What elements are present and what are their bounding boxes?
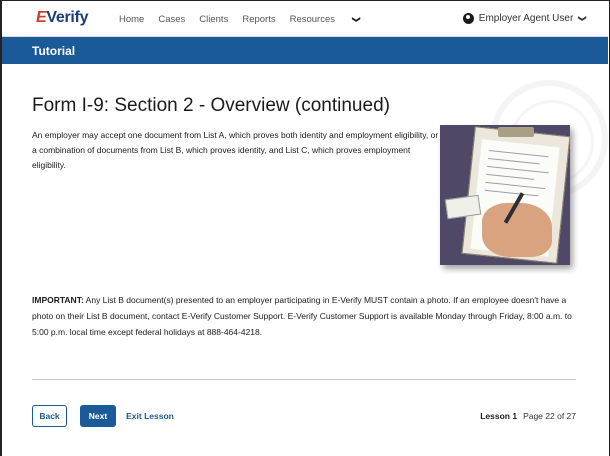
important-notice: IMPORTANT: Any List B document(s) presen…: [32, 292, 584, 340]
nav-reports-link[interactable]: Reports: [242, 14, 275, 25]
nav-resources-label: Resources: [289, 14, 336, 25]
everify-logo[interactable]: EVerify: [36, 9, 88, 27]
nav-cases-link[interactable]: Cases: [158, 14, 185, 25]
form-line: [484, 189, 539, 197]
chevron-down-icon: ❯: [351, 16, 361, 23]
form-line: [487, 157, 540, 165]
important-text: Any List B document(s) presented to an e…: [32, 295, 572, 337]
lesson-number: Lesson 1: [480, 411, 518, 421]
next-button[interactable]: Next: [80, 405, 116, 427]
clipboard-clip-shape: [498, 127, 534, 137]
form-line: [485, 181, 546, 190]
logo-e: E: [36, 9, 47, 26]
nav-home-link[interactable]: Home: [119, 14, 144, 25]
banner-title: Tutorial: [32, 44, 76, 58]
logo-text: Verify: [46, 9, 89, 26]
intro-paragraph: An employer may accept one document from…: [32, 130, 439, 170]
nav-clients-link[interactable]: Clients: [199, 14, 228, 25]
page-title: Form I-9: Section 2 - Overview (continue…: [32, 95, 390, 116]
exit-lesson-link[interactable]: Exit Lesson: [126, 405, 174, 427]
form-line: [486, 173, 535, 180]
main-nav: Home Cases Clients Reports Resources ❯: [119, 14, 388, 25]
user-name: Employer Agent User: [478, 13, 574, 24]
back-button[interactable]: Back: [32, 405, 67, 427]
lesson-progress: Lesson 1 Page 22 of 27: [480, 411, 576, 421]
form-i9-photo: [440, 125, 570, 265]
page-counter: Page 22 of 27: [523, 411, 576, 421]
form-line: [488, 150, 549, 158]
chevron-down-icon: ❯: [578, 15, 588, 22]
important-label: IMPORTANT:: [32, 295, 84, 305]
hand-shape: [482, 203, 552, 257]
top-navigation: EVerify Home Cases Clients Reports Resou…: [2, 1, 608, 37]
user-menu[interactable]: Employer Agent User ❯: [462, 13, 588, 24]
user-circle-icon: [462, 13, 474, 24]
nav-resources-menu[interactable]: Resources ❯: [290, 14, 374, 25]
form-line: [487, 165, 549, 174]
tutorial-banner: Tutorial: [2, 37, 608, 64]
footer-divider: [32, 379, 576, 380]
